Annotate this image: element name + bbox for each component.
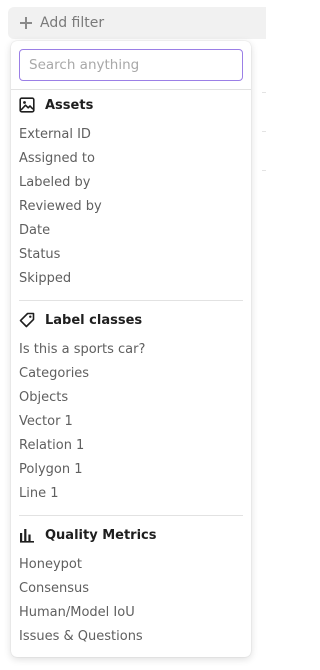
divider: [19, 515, 243, 516]
filter-option-vector-1[interactable]: Vector 1: [19, 411, 73, 433]
filter-option-honeypot[interactable]: Honeypot: [19, 554, 82, 576]
divider: [11, 89, 251, 90]
filter-option-relation-1[interactable]: Relation 1: [19, 435, 84, 457]
section-header-quality-metrics: Quality Metrics: [19, 525, 156, 545]
background-divider: [262, 170, 266, 171]
filter-option-categories[interactable]: Categories: [19, 363, 89, 385]
section-title: Label classes: [45, 312, 143, 328]
bar-chart-icon: [19, 527, 35, 543]
filter-option-line-1[interactable]: Line 1: [19, 483, 59, 505]
background-divider: [262, 92, 266, 93]
plus-icon: [19, 16, 33, 30]
filter-option-status[interactable]: Status: [19, 244, 60, 266]
section-header-assets: Assets: [19, 95, 93, 115]
search-container: [19, 49, 243, 81]
filter-option-external-id[interactable]: External ID: [19, 124, 91, 146]
section-title: Quality Metrics: [45, 527, 157, 543]
add-filter-label: Add filter: [40, 15, 105, 31]
image-icon: [19, 97, 35, 113]
search-input[interactable]: [19, 49, 243, 81]
add-filter-button[interactable]: Add filter: [8, 7, 266, 39]
filter-option-is-this-a-sports-car[interactable]: Is this a sports car?: [19, 339, 145, 361]
filter-option-date[interactable]: Date: [19, 220, 50, 242]
filter-option-skipped[interactable]: Skipped: [19, 268, 71, 290]
section-title: Assets: [45, 97, 94, 113]
filter-option-assigned-to[interactable]: Assigned to: [19, 148, 95, 170]
filter-option-reviewed-by[interactable]: Reviewed by: [19, 196, 102, 218]
tag-icon: [19, 312, 35, 328]
divider: [19, 300, 243, 301]
filter-option-labeled-by[interactable]: Labeled by: [19, 172, 90, 194]
filter-bar: Add filter: [0, 0, 266, 40]
section-header-label-classes: Label classes: [19, 310, 142, 330]
background-divider: [262, 131, 266, 132]
filter-option-human-model-iou[interactable]: Human/Model IoU: [19, 602, 135, 624]
filter-dropdown: Assets External ID Assigned to Labeled b…: [11, 41, 251, 657]
filter-option-objects[interactable]: Objects: [19, 387, 68, 409]
filter-option-issues-questions[interactable]: Issues & Questions: [19, 626, 143, 648]
filter-option-consensus[interactable]: Consensus: [19, 578, 89, 600]
filter-option-polygon-1[interactable]: Polygon 1: [19, 459, 82, 481]
